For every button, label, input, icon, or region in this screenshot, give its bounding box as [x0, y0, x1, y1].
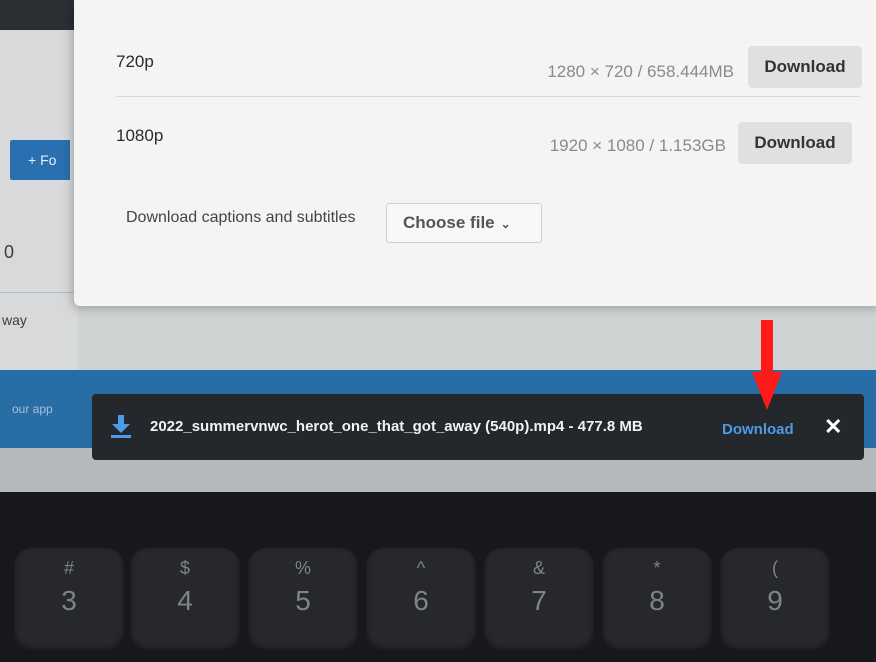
footer-text: our app	[12, 402, 53, 416]
download-options-modal: 720p 1280 × 720 / 658.444MB Download 108…	[74, 0, 876, 306]
option-row-1080p: 1080p 1920 × 1080 / 1.153GB Download	[74, 96, 876, 186]
resolution-info: 1280 × 720 / 658.444MB	[547, 62, 734, 81]
download-arrow-icon	[111, 415, 131, 438]
close-icon[interactable]: ✕	[824, 414, 842, 440]
download-notification-bar: 2022_summervnwc_herot_one_that_got_away …	[92, 394, 864, 460]
download-link[interactable]: Download	[722, 421, 794, 438]
option-row-720p: 720p 1280 × 720 / 658.444MB Download	[74, 0, 876, 96]
resolution-label: 720p	[116, 52, 154, 71]
background-page-strip: + Fo 0 way	[0, 0, 78, 370]
download-720p-button[interactable]: Download	[748, 46, 862, 88]
key-4: $4	[130, 548, 240, 652]
follow-button[interactable]: + Fo	[10, 140, 70, 180]
captions-label: Download captions and subtitles	[126, 209, 356, 226]
background-header	[0, 0, 78, 30]
key-6: ^ 6	[366, 548, 476, 652]
red-arrow-annotation	[752, 320, 782, 410]
download-filename: 2022_summervnwc_herot_one_that_got_away …	[150, 418, 643, 435]
background-count: 0	[4, 242, 15, 262]
choose-file-label: Choose file	[403, 213, 495, 232]
download-1080p-button[interactable]: Download	[738, 122, 852, 164]
key-8: * 8	[602, 548, 712, 652]
key-9: (9	[720, 548, 830, 652]
key-5: % 5	[248, 548, 358, 652]
key-7: & 7	[484, 548, 594, 652]
resolution-label: 1080p	[116, 126, 164, 145]
key-3: #3	[14, 548, 124, 652]
laptop-screen: + Fo 0 way 720p 1280 × 720 / 658.444MB D…	[0, 0, 876, 492]
background-text: way	[2, 312, 27, 328]
divider	[0, 292, 78, 293]
resolution-info: 1920 × 1080 / 1.153GB	[549, 136, 726, 155]
choose-file-dropdown[interactable]: Choose file ⌄	[386, 203, 542, 243]
chevron-down-icon: ⌄	[500, 217, 511, 231]
